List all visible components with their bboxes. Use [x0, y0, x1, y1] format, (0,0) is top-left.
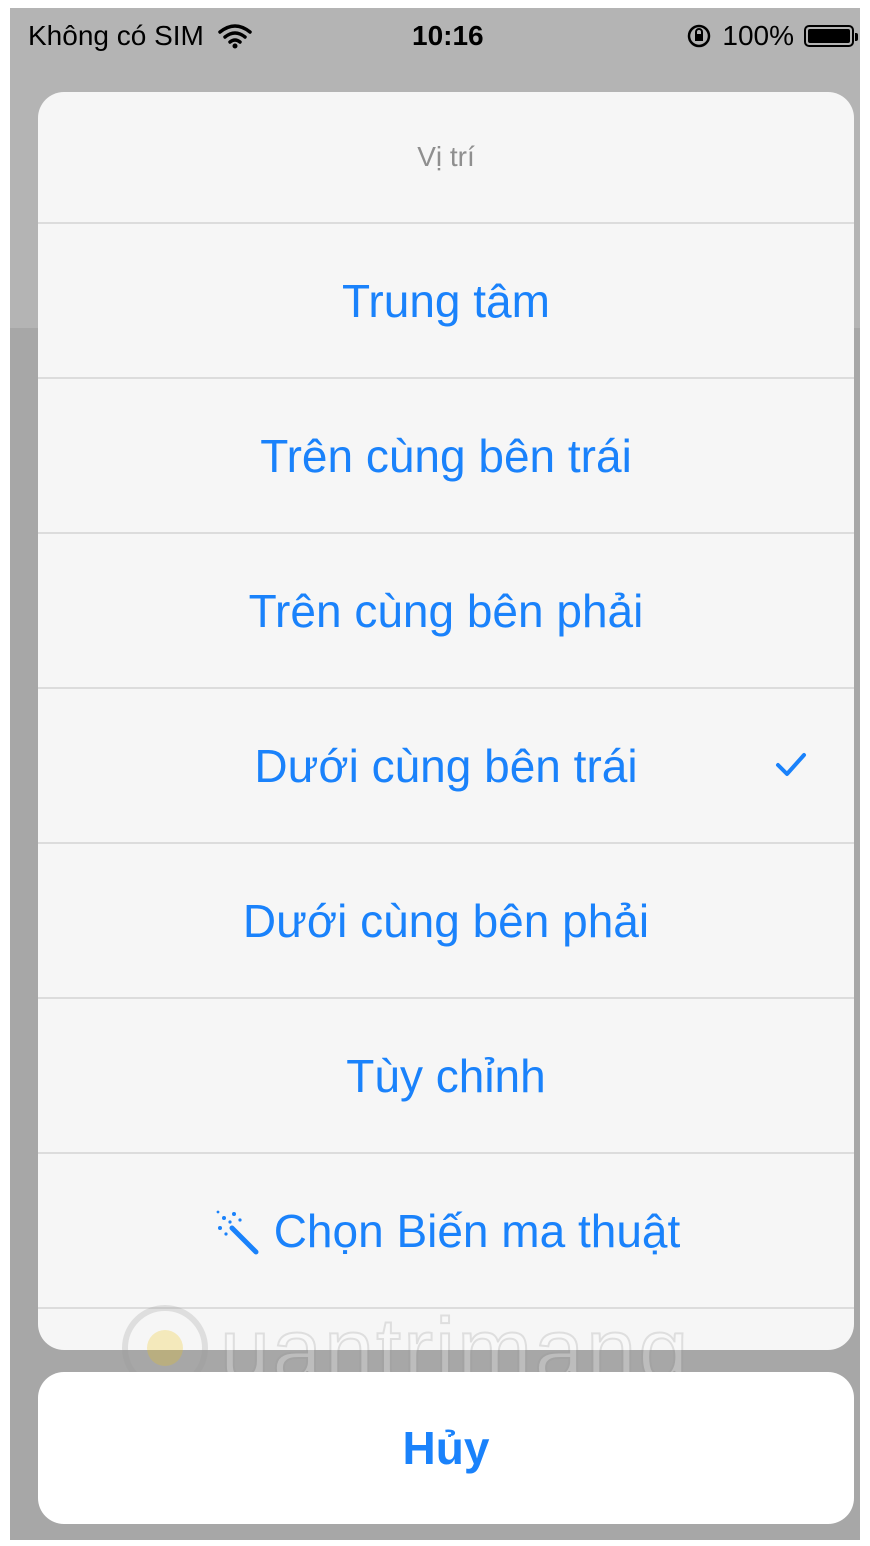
magic-wand-icon	[216, 1210, 259, 1254]
option-label: Tùy chỉnh	[346, 1049, 546, 1102]
option-label: Trung tâm	[342, 274, 550, 327]
orientation-lock-icon	[688, 24, 711, 48]
cancel-label: Hủy	[402, 1422, 490, 1474]
option-bottom-left[interactable]: Dưới cùng bên trái	[38, 689, 854, 844]
phone-screen: Không có SIM 10:16 100% Vị trí Trung tâm…	[10, 8, 860, 1540]
status-right: 100%	[686, 20, 858, 52]
battery-percent: 100%	[722, 20, 794, 51]
action-sheet: Vị trí Trung tâm Trên cùng bên trái Trên…	[38, 92, 854, 1350]
option-label: Trên cùng bên trái	[260, 429, 632, 482]
option-label: Dưới cùng bên trái	[254, 739, 638, 792]
option-center[interactable]: Trung tâm	[38, 224, 854, 379]
action-sheet-title: Vị trí	[38, 92, 854, 224]
checkmark-icon	[776, 753, 806, 776]
status-left: Không có SIM	[28, 20, 252, 52]
cancel-button[interactable]: Hủy	[38, 1372, 854, 1524]
status-bar: Không có SIM 10:16 100%	[10, 8, 860, 68]
status-time: 10:16	[412, 20, 484, 51]
option-custom[interactable]: Tùy chỉnh	[38, 999, 854, 1154]
option-top-right[interactable]: Trên cùng bên phải	[38, 534, 854, 689]
battery-icon	[804, 25, 858, 47]
wifi-icon	[218, 24, 252, 49]
option-bottom-right[interactable]: Dưới cùng bên phải	[38, 844, 854, 999]
option-label: Chọn Biến ma thuật	[273, 1204, 681, 1257]
option-magic-variable[interactable]: Chọn Biến ma thuật	[38, 1154, 854, 1309]
carrier-label: Không có SIM	[28, 20, 204, 51]
option-label: Dưới cùng bên phải	[242, 894, 650, 947]
option-label: Trên cùng bên phải	[248, 584, 644, 637]
option-top-left[interactable]: Trên cùng bên trái	[38, 379, 854, 534]
